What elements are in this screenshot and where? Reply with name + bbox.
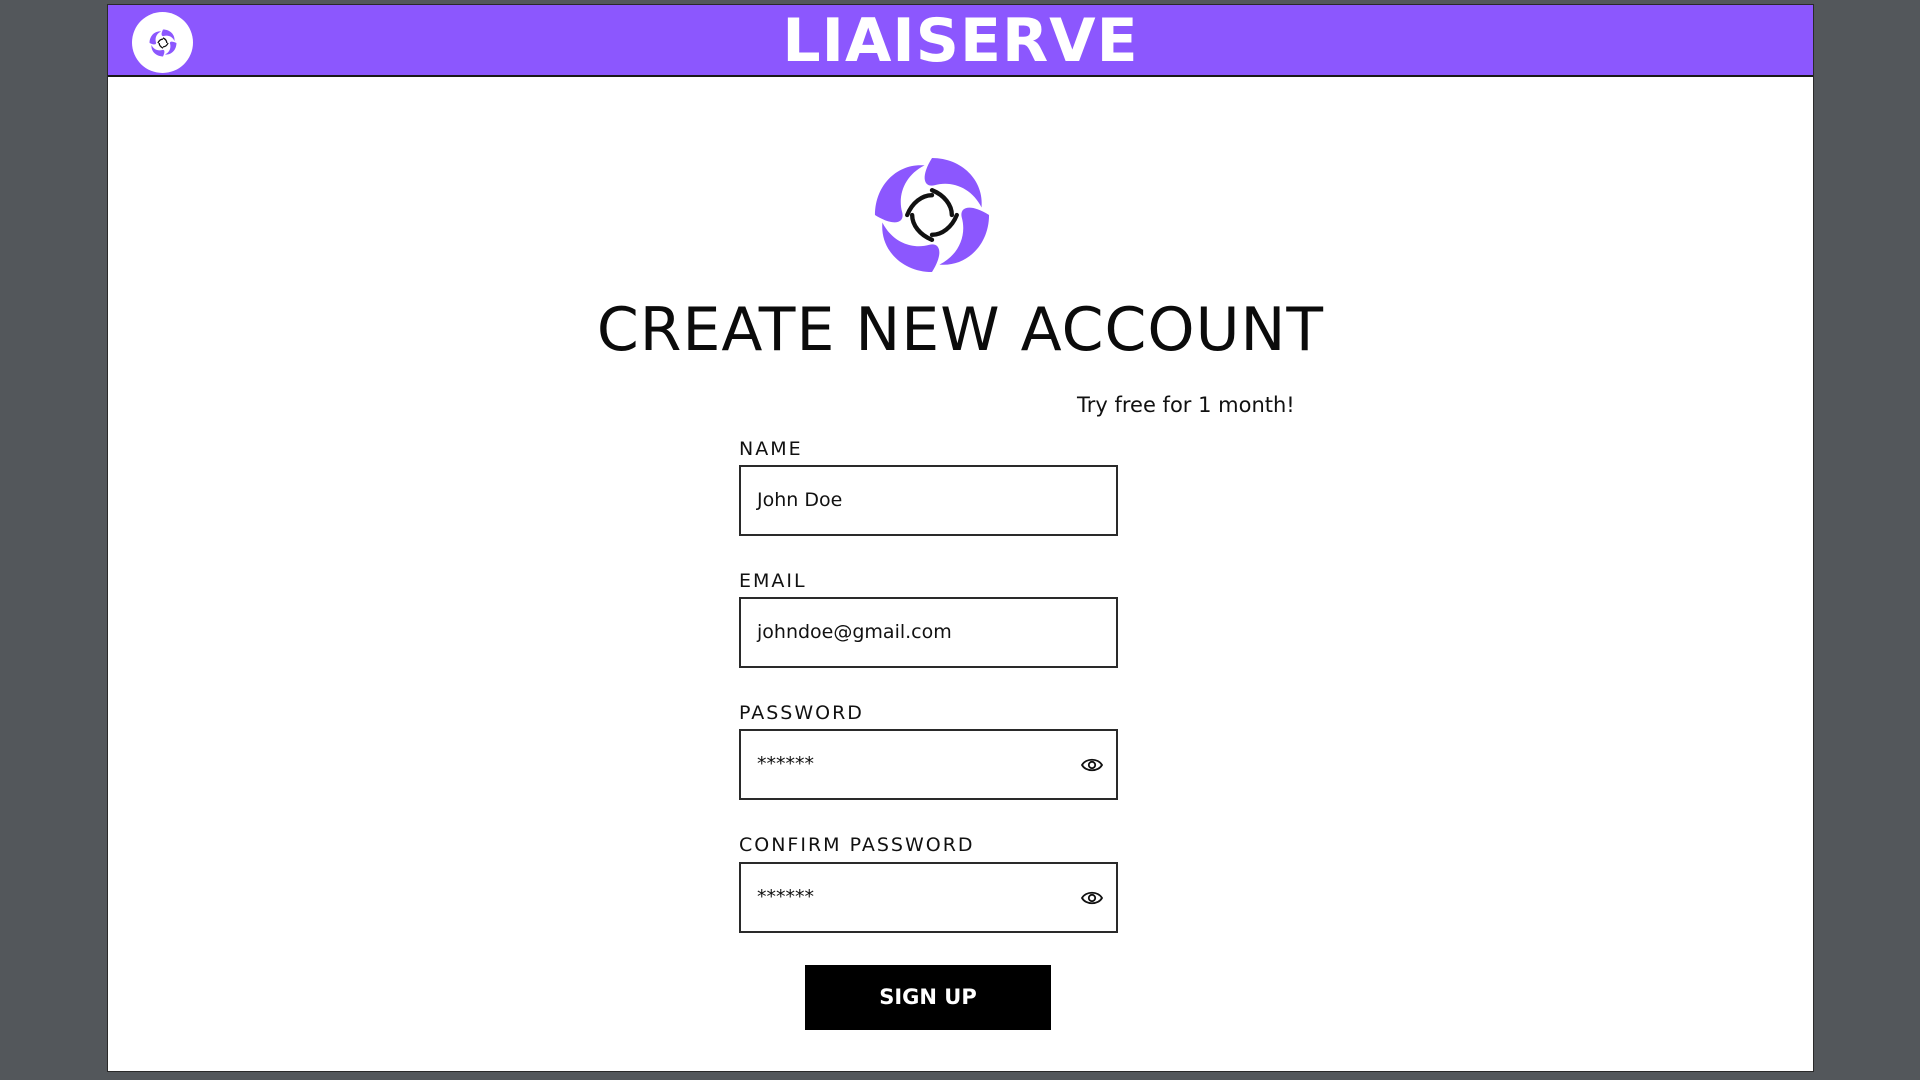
email-field[interactable]: johndoe@gmail.com: [739, 597, 1118, 668]
password-field[interactable]: ******: [739, 729, 1118, 800]
confirm-password-label: CONFIRM PASSWORD: [739, 834, 975, 856]
name-field[interactable]: John Doe: [739, 465, 1118, 536]
eye-icon[interactable]: [1080, 888, 1104, 908]
password-label: PASSWORD: [739, 702, 864, 724]
email-value: johndoe@gmail.com: [757, 621, 952, 643]
confirm-password-value: ******: [757, 886, 814, 908]
name-label: NAME: [739, 438, 803, 460]
name-value: John Doe: [757, 489, 843, 511]
email-label: EMAIL: [739, 570, 807, 592]
eye-icon[interactable]: [1080, 755, 1104, 775]
password-value: ******: [757, 753, 814, 775]
signup-page: LIAISERVE CREATE NEW ACCOUNT Try free fo…: [107, 4, 1814, 1072]
swirl-logo-icon: [874, 157, 990, 273]
sign-up-button[interactable]: SIGN UP: [805, 965, 1051, 1030]
page-title: CREATE NEW ACCOUNT: [596, 295, 1325, 365]
header-bar: LIAISERVE: [108, 5, 1813, 77]
confirm-password-field[interactable]: ******: [739, 862, 1118, 933]
brand-title: LIAISERVE: [782, 6, 1139, 76]
promo-text: Try free for 1 month!: [1077, 393, 1295, 417]
